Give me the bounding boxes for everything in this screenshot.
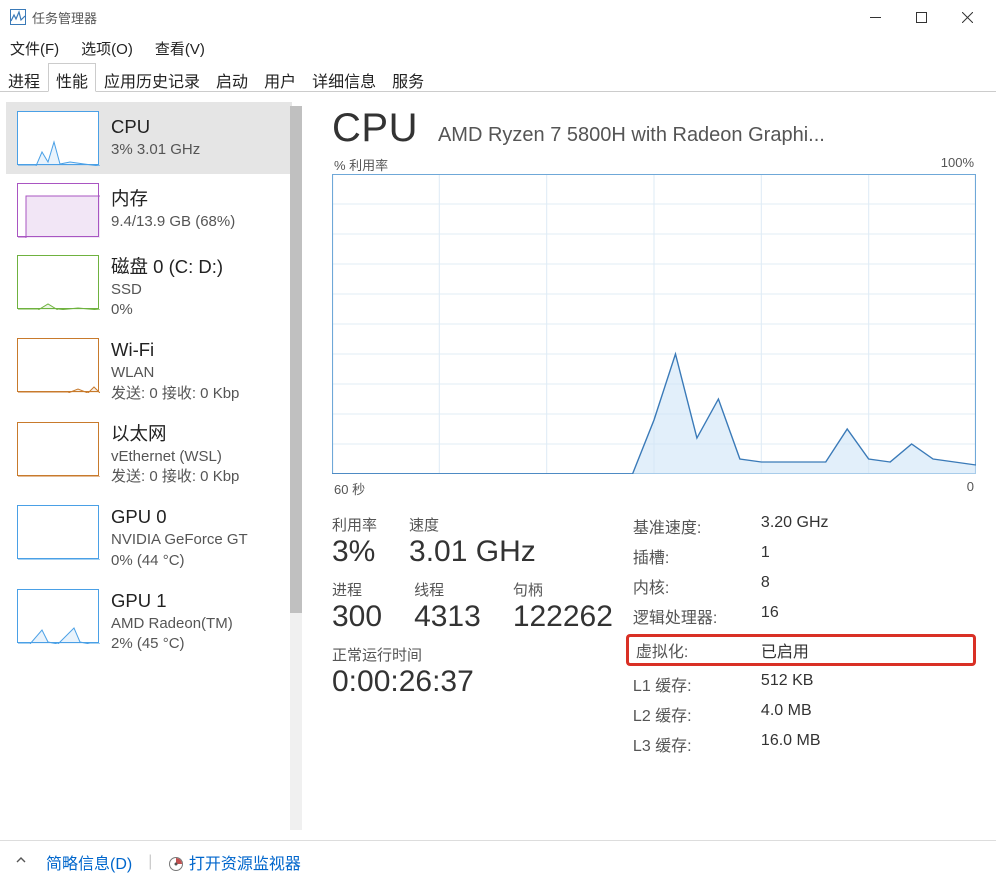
stat-threads: 线程 4313 [414,579,481,634]
detail-subtitle: AMD Ryzen 7 5800H with Radeon Graphi... [438,124,976,147]
sidebar-item-4[interactable]: 以太网vEthernet (WSL)发送: 0 接收: 0 Kbp [6,413,292,496]
stat-processes: 进程 300 [332,579,382,634]
sidebar-item-title: 内存 [111,187,235,212]
l1-value: 512 KB [761,672,976,696]
sidebar-thumb [17,589,99,643]
base-speed-label: 基准速度: [633,514,743,538]
detail-pane: CPU AMD Ryzen 7 5800H with Radeon Graphi… [308,92,996,840]
stat-handles: 句柄 122262 [513,579,613,634]
chevron-up-icon[interactable] [12,853,30,871]
chart-label-bottom-right: 0 [967,479,974,498]
minimize-button[interactable] [852,2,898,32]
footer: 简略信息(D) | 打开资源监视器 [0,840,996,882]
logical-label: 逻辑处理器: [633,604,743,628]
uptime-label: 正常运行时间 [332,644,613,665]
window-title: 任务管理器 [32,8,97,27]
sidebar-item-title: GPU 0 [111,505,248,530]
tab-users[interactable]: 用户 [256,63,304,92]
base-speed-value: 3.20 GHz [761,514,976,538]
detail-title: CPU [332,106,418,151]
sidebar-item-5[interactable]: GPU 0NVIDIA GeForce GT0% (44 °C) [6,496,292,579]
cpu-chart-area: % 利用率 100% 60 秒 0 [332,155,976,498]
sidebar-thumb [17,111,99,165]
sidebar-item-sub2: 0% [111,300,223,320]
l2-label: L2 缓存: [633,702,743,726]
sidebar-item-sub1: AMD Radeon(TM) [111,614,233,634]
sockets-label: 插槽: [633,544,743,568]
l3-value: 16.0 MB [761,732,976,756]
tab-details[interactable]: 详细信息 [304,63,384,92]
uptime-value: 0:00:26:37 [332,665,613,699]
menu-options[interactable]: 选项(O) [77,36,137,61]
tab-processes[interactable]: 进程 [0,63,48,92]
sidebar-item-title: 以太网 [111,422,239,447]
sockets-value: 1 [761,544,976,568]
stat-utilization: 利用率 3% [332,514,377,569]
sidebar-item-title: GPU 1 [111,589,233,614]
sidebar-item-sub1: 9.4/13.9 GB (68%) [111,212,235,232]
fewer-details-link[interactable]: 简略信息(D) [46,850,132,874]
chart-label-top-right: 100% [941,155,974,174]
resource-monitor-icon [168,856,184,872]
virtualization-row-highlight: 虚拟化: 已启用 [633,634,976,666]
sidebar-thumb [17,505,99,559]
sidebar-item-3[interactable]: Wi-FiWLAN发送: 0 接收: 0 Kbp [6,329,292,412]
l2-value: 4.0 MB [761,702,976,726]
sidebar-item-title: Wi-Fi [111,338,239,363]
chart-label-top-left: % 利用率 [334,155,388,174]
stats-left: 利用率 3% 速度 3.01 GHz 进程 300 线程 431 [332,514,613,756]
sidebar-item-title: CPU [111,115,200,140]
sidebar-item-2[interactable]: 磁盘 0 (C: D:)SSD0% [6,246,292,329]
stat-speed: 速度 3.01 GHz [409,514,536,569]
sidebar: CPU3% 3.01 GHz内存9.4/13.9 GB (68%)磁盘 0 (C… [0,92,308,840]
title-bar: 任务管理器 [0,0,996,34]
l1-label: L1 缓存: [633,672,743,696]
sidebar-thumb [17,255,99,309]
sidebar-item-6[interactable]: GPU 1AMD Radeon(TM) 2% (45 °C) [6,580,292,663]
sidebar-thumb [17,183,99,237]
maximize-button[interactable] [898,2,944,32]
sidebar-item-sub1: NVIDIA GeForce GT [111,530,248,550]
sidebar-item-sub1: WLAN [111,363,239,383]
sidebar-thumb [17,422,99,476]
stats-right: 基准速度: 3.20 GHz 插槽: 1 内核: 8 逻辑处理器: 16 虚拟化… [623,514,976,756]
menu-file[interactable]: 文件(F) [6,36,63,61]
content-area: CPU3% 3.01 GHz内存9.4/13.9 GB (68%)磁盘 0 (C… [0,92,996,840]
tab-apphistory[interactable]: 应用历史记录 [96,63,208,92]
sidebar-item-0[interactable]: CPU3% 3.01 GHz [6,102,292,174]
sidebar-item-sub1: SSD [111,280,223,300]
sidebar-item-1[interactable]: 内存9.4/13.9 GB (68%) [6,174,292,246]
l3-label: L3 缓存: [633,732,743,756]
sidebar-item-title: 磁盘 0 (C: D:) [111,255,223,280]
tab-startup[interactable]: 启动 [208,63,256,92]
sidebar-item-sub1: 3% 3.01 GHz [111,140,200,160]
open-resource-monitor-link[interactable]: 打开资源监视器 [168,850,300,874]
cpu-chart [332,174,976,474]
sidebar-scrollbar[interactable] [290,106,302,830]
close-button[interactable] [944,2,990,32]
sidebar-thumb [17,338,99,392]
sidebar-item-sub2: 2% (45 °C) [111,634,233,654]
sidebar-item-sub2: 发送: 0 接收: 0 Kbp [111,384,239,404]
tab-performance[interactable]: 性能 [48,63,96,92]
chart-label-bottom-left: 60 秒 [334,479,365,498]
virtualization-value: 已启用 [740,634,976,666]
sidebar-item-sub2: 发送: 0 接收: 0 Kbp [111,467,239,487]
sidebar-item-sub2: 0% (44 °C) [111,551,248,571]
cores-label: 内核: [633,574,743,598]
tab-services[interactable]: 服务 [384,63,432,92]
app-icon [10,9,26,25]
menu-bar: 文件(F) 选项(O) 查看(V) [0,34,996,62]
logical-value: 16 [761,604,976,628]
sidebar-item-sub1: vEthernet (WSL) [111,447,239,467]
tab-strip: 进程 性能 应用历史记录 启动 用户 详细信息 服务 [0,62,996,92]
cores-value: 8 [761,574,976,598]
menu-view[interactable]: 查看(V) [151,36,209,61]
virtualization-label: 虚拟化: [626,634,743,666]
